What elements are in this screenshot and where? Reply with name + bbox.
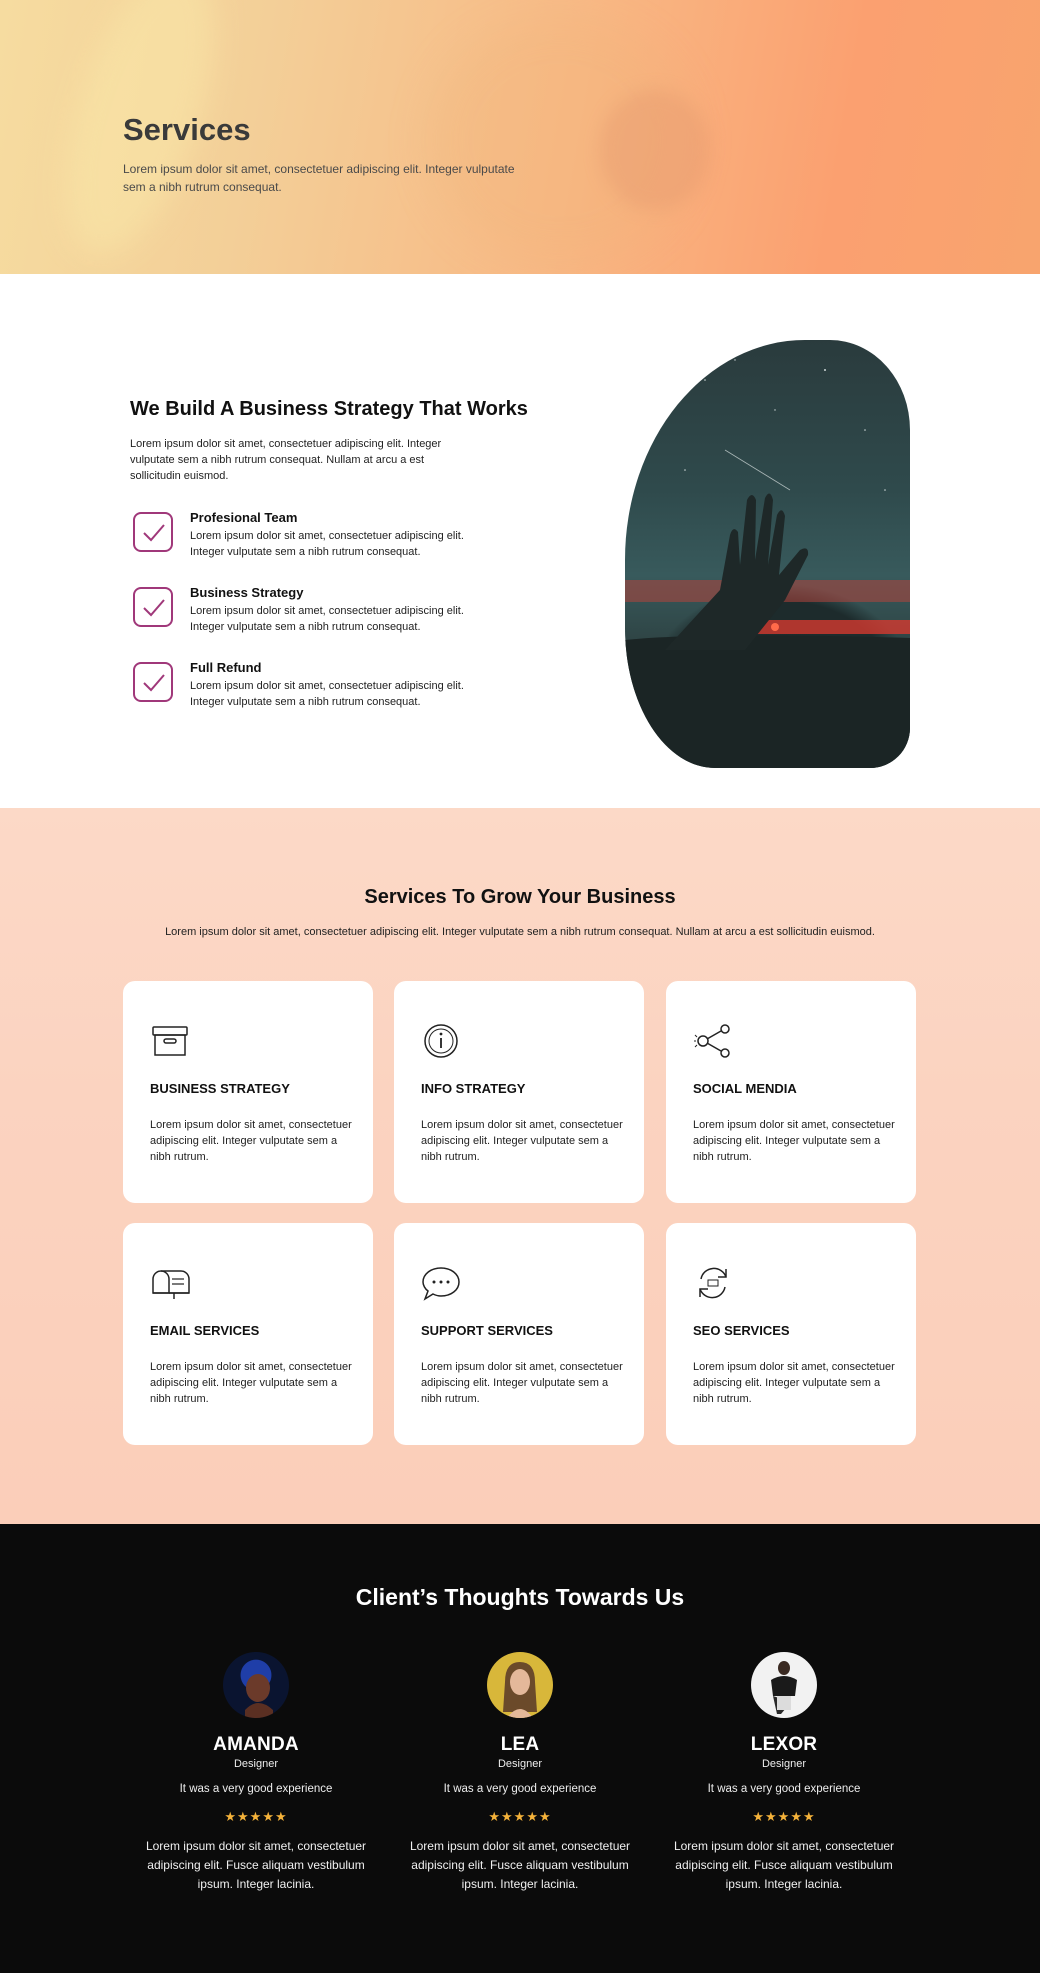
- services-subtitle: Lorem ipsum dolor sit amet, consectetuer…: [165, 926, 875, 938]
- client-role: Designer: [233, 1758, 279, 1770]
- client-name: LEXOR: [750, 1734, 818, 1755]
- service-card[interactable]: EMAIL SERVICES Lorem ipsum dolor sit ame…: [123, 1223, 373, 1445]
- hero-background-blur: [600, 90, 710, 210]
- mailbox-icon: [152, 1270, 190, 1299]
- chat-bubble-icon: [422, 1267, 460, 1301]
- service-text: Lorem ipsum dolor sit amet, consectetuer…: [693, 1361, 895, 1405]
- service-title: EMAIL SERVICES: [150, 1323, 260, 1338]
- service-card[interactable]: BUSINESS STRATEGY Lorem ipsum dolor sit …: [123, 981, 373, 1203]
- feature-title: Business Strategy: [190, 585, 304, 600]
- client-role: Designer: [497, 1758, 543, 1770]
- service-title: INFO STRATEGY: [421, 1081, 526, 1096]
- testimonials-section: Client’s Thoughts Towards Us AMANDA Desi…: [0, 1524, 1040, 1973]
- service-title: SUPPORT SERVICES: [421, 1323, 553, 1338]
- service-text: Lorem ipsum dolor sit amet, consectetuer…: [421, 1119, 623, 1163]
- feature-text: Lorem ipsum dolor sit amet, consectetuer…: [190, 680, 464, 708]
- feature-title: Full Refund: [190, 660, 262, 675]
- client-name: AMANDA: [213, 1734, 299, 1755]
- night-sky-hand-image: [625, 340, 910, 768]
- hero-banner: Services Lorem ipsum dolor sit amet, con…: [0, 0, 1040, 274]
- avatar: [751, 1652, 817, 1718]
- testimonials-title: Client’s Thoughts Towards Us: [355, 1584, 685, 1610]
- checkmark-icon: [133, 512, 173, 552]
- testimonial-card: LEXOR Designer It was a very good experi…: [664, 1652, 904, 1894]
- client-quote: It was a very good experience: [443, 1783, 597, 1795]
- checkmark-icon: [133, 662, 173, 702]
- client-review: Lorem ipsum dolor sit amet, consectetuer…: [673, 1839, 895, 1891]
- testimonial-card: LEA Designer It was a very good experien…: [400, 1652, 640, 1894]
- service-card[interactable]: SUPPORT SERVICES Lorem ipsum dolor sit a…: [394, 1223, 644, 1445]
- strategy-lead: Lorem ipsum dolor sit amet, consectetuer…: [130, 438, 442, 482]
- avatar: [223, 1652, 289, 1718]
- client-review: Lorem ipsum dolor sit amet, consectetuer…: [145, 1839, 367, 1891]
- feature-item: Business Strategy Lorem ipsum dolor sit …: [130, 585, 490, 645]
- star-rating: ★★★★★: [488, 1809, 552, 1824]
- feature-title: Profesional Team: [190, 510, 298, 525]
- archive-box-icon: [152, 1026, 188, 1056]
- client-role: Designer: [761, 1758, 807, 1770]
- strategy-section: We Build A Business Strategy That Works …: [0, 274, 1040, 808]
- client-quote: It was a very good experience: [179, 1783, 333, 1795]
- client-name: LEA: [500, 1734, 540, 1755]
- checkmark-icon: [133, 587, 173, 627]
- hero-text: Lorem ipsum dolor sit amet, consectetuer…: [123, 162, 515, 194]
- feature-text: Lorem ipsum dolor sit amet, consectetuer…: [190, 530, 464, 558]
- service-text: Lorem ipsum dolor sit amet, consectetuer…: [693, 1119, 895, 1163]
- service-text: Lorem ipsum dolor sit amet, consectetuer…: [150, 1119, 352, 1163]
- service-card[interactable]: SOCIAL MENDIA Lorem ipsum dolor sit amet…: [666, 981, 916, 1203]
- refresh-icon: [699, 1267, 727, 1299]
- feature-text: Lorem ipsum dolor sit amet, consectetuer…: [190, 605, 464, 633]
- strategy-title: We Build A Business Strategy That Works: [130, 398, 528, 420]
- share-icon: [694, 1024, 730, 1058]
- star-rating: ★★★★★: [752, 1809, 816, 1824]
- testimonial-card: AMANDA Designer It was a very good exper…: [136, 1652, 376, 1894]
- service-text: Lorem ipsum dolor sit amet, consectetuer…: [421, 1361, 623, 1405]
- avatar: [487, 1652, 553, 1718]
- service-card[interactable]: INFO STRATEGY Lorem ipsum dolor sit amet…: [394, 981, 644, 1203]
- services-section: Services To Grow Your Business Lorem ips…: [0, 808, 1040, 1524]
- client-review: Lorem ipsum dolor sit amet, consectetuer…: [409, 1839, 631, 1891]
- service-card[interactable]: SEO SERVICES Lorem ipsum dolor sit amet,…: [666, 1223, 916, 1445]
- client-quote: It was a very good experience: [707, 1783, 861, 1795]
- services-title: Services To Grow Your Business: [364, 886, 676, 908]
- page-title: Services: [123, 112, 251, 147]
- star-rating: ★★★★★: [224, 1809, 288, 1824]
- feature-item: Full Refund Lorem ipsum dolor sit amet, …: [130, 660, 490, 720]
- service-title: SOCIAL MENDIA: [693, 1081, 797, 1096]
- service-title: BUSINESS STRATEGY: [150, 1081, 290, 1096]
- service-title: SEO SERVICES: [693, 1323, 790, 1338]
- info-icon: [424, 1024, 458, 1058]
- feature-item: Profesional Team Lorem ipsum dolor sit a…: [130, 510, 490, 570]
- service-text: Lorem ipsum dolor sit amet, consectetuer…: [150, 1361, 352, 1405]
